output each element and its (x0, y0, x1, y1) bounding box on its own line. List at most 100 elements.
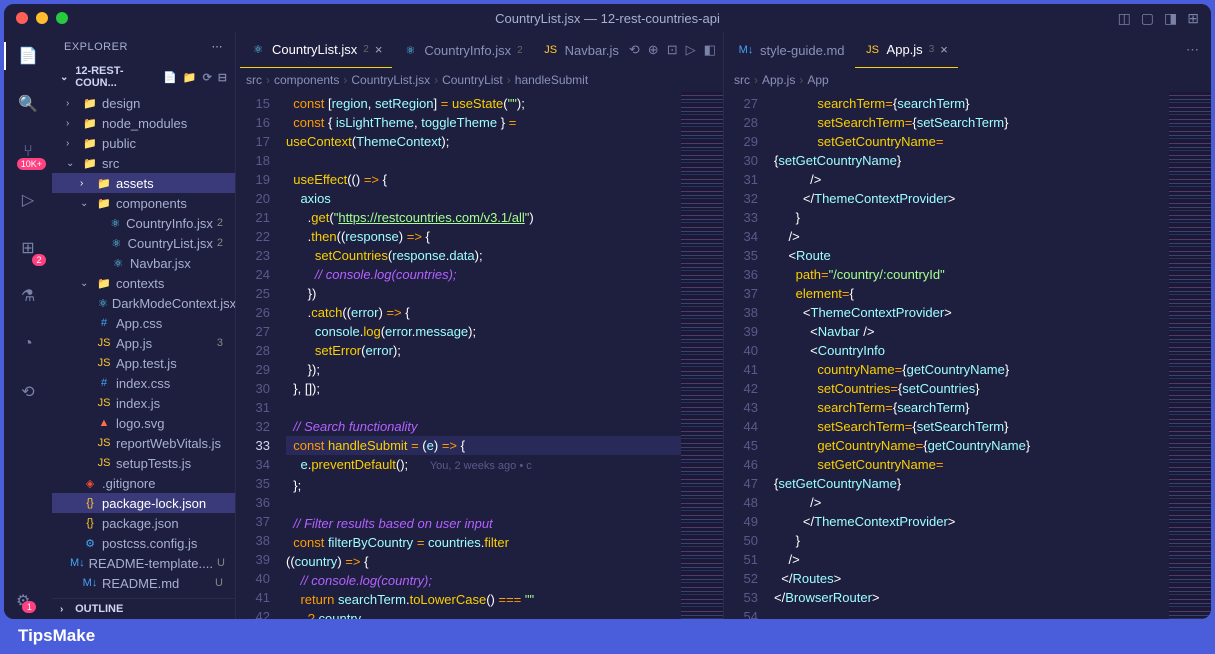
breadcrumb-item[interactable]: handleSubmit (515, 73, 588, 87)
tree-node[interactable]: JS reportWebVitals.js (52, 433, 235, 453)
tree-node[interactable]: › 📁 public (52, 133, 235, 153)
tree-node[interactable]: ◈ .gitignore (52, 473, 235, 493)
new-file-icon[interactable]: 📄 (163, 71, 177, 84)
tree-label: package-lock.json (102, 496, 206, 511)
layout-icon[interactable]: ▢ (1141, 10, 1154, 27)
tree-node[interactable]: ⚛ CountryInfo.jsx 2 (52, 213, 235, 233)
maximize-window-icon[interactable] (56, 12, 68, 24)
tree-label: node_modules (102, 116, 187, 131)
activity-run-debug-icon[interactable]: ▷ (14, 186, 42, 214)
tree-node[interactable]: ⌄ 📁 contexts (52, 273, 235, 293)
activity-testing-icon[interactable]: ⚗ (14, 282, 42, 310)
breadcrumb-item[interactable]: components (274, 73, 339, 87)
tree-node[interactable]: ▲ logo.svg (52, 413, 235, 433)
minimap[interactable] (681, 92, 723, 619)
tree-node[interactable]: JS App.js 3 (52, 333, 235, 353)
close-window-icon[interactable] (16, 12, 28, 24)
js-icon: JS (96, 455, 112, 471)
tab-action-icon[interactable]: ⋯ (1186, 42, 1199, 58)
tree-node[interactable]: M↓ README.md U (52, 573, 235, 593)
editor-tab[interactable]: JS App.js 3 × (855, 32, 958, 68)
new-folder-icon[interactable]: 📁 (183, 71, 197, 84)
tree-node[interactable]: {} package.json (52, 513, 235, 533)
tab-action-icon[interactable]: ⊕ (648, 42, 659, 58)
tree-label: assets (116, 176, 154, 191)
tree-label: contexts (116, 276, 164, 291)
breadcrumb-item[interactable]: CountryList (442, 73, 503, 87)
tree-node[interactable]: ⚛ CountryList.jsx 2 (52, 233, 235, 253)
react-icon: ⚛ (98, 295, 108, 311)
folder-icon: 📁 (96, 175, 112, 191)
breadcrumb-item[interactable]: src (734, 73, 750, 87)
tab-action-icon[interactable]: ◧ (704, 42, 716, 58)
activity-search-icon[interactable]: 🔍 (14, 90, 42, 118)
tree-node[interactable]: › 📁 assets (52, 173, 235, 193)
minimize-window-icon[interactable] (36, 12, 48, 24)
activity-explorer-icon[interactable]: 📄 (14, 42, 42, 70)
breadcrumb-item[interactable]: App.js (762, 73, 795, 87)
tree-node[interactable]: M↓ README-template.... U (52, 553, 235, 573)
code-lines[interactable]: const [region, setRegion] = useState("")… (286, 92, 681, 619)
tree-node[interactable]: JS index.js (52, 393, 235, 413)
cfg-icon: ⚙ (82, 535, 98, 551)
layout-icon[interactable]: ◫ (1118, 10, 1131, 27)
tree-node[interactable]: # App.css (52, 313, 235, 333)
tree-node[interactable]: ⌄ 📁 components (52, 193, 235, 213)
tab-action-icon[interactable]: ⟲ (629, 42, 640, 58)
react-icon: ⚛ (250, 42, 266, 58)
minimap[interactable] (1169, 92, 1211, 619)
tree-node[interactable]: {} package-lock.json (52, 493, 235, 513)
tree-label: DarkModeContext.jsx (112, 296, 235, 311)
breadcrumb-item[interactable]: App (807, 73, 828, 87)
activity-bar: 📄 🔍 ⑂10K+ ▷ ⊞2 ⚗ ◔ ⟲ (4, 32, 52, 619)
breadcrumb-item[interactable]: src (246, 73, 262, 87)
breadcrumb-item[interactable]: CountryList.jsx (351, 73, 430, 87)
editor-tab[interactable]: ⚛ CountryInfo.jsx 2 (392, 32, 532, 68)
editor-tab[interactable]: M↓ style-guide.md (728, 32, 855, 68)
sidebar-more-icon[interactable]: ⋯ (212, 40, 224, 53)
tree-label: App.js (116, 336, 152, 351)
tree-label: setupTests.js (116, 456, 191, 471)
code-editor[interactable]: 2728293031323334353637383940414243444546… (724, 92, 1211, 619)
tab-action-icon[interactable]: ⊡ (667, 42, 678, 58)
tree-node[interactable]: JS setupTests.js (52, 453, 235, 473)
tree-label: CountryInfo.jsx (126, 216, 213, 231)
activity-extensions-icon[interactable]: ⊞2 (14, 234, 42, 262)
js-icon: JS (865, 42, 881, 58)
editor-tab[interactable]: JS Navbar.js (533, 32, 629, 68)
tab-action-icon[interactable]: ▷ (686, 42, 696, 58)
outline-section[interactable]: › OUTLINE (52, 598, 235, 619)
layout-icon[interactable]: ◨ (1164, 10, 1177, 27)
tree-node[interactable]: ⌄ 📁 src (52, 153, 235, 173)
code-lines[interactable]: searchTerm={searchTerm} setSearchTerm={s… (774, 92, 1169, 619)
editor-area: ⚛ CountryList.jsx 2 × ⚛ CountryInfo.jsx … (236, 32, 1211, 619)
tree-node[interactable]: # index.css (52, 373, 235, 393)
folder-icon: 📁 (82, 135, 98, 151)
sidebar-header: EXPLORER ⋯ (52, 32, 235, 61)
folder-icon: 📁 (96, 275, 112, 291)
tree-node[interactable]: › 📁 design (52, 93, 235, 113)
close-icon[interactable]: × (940, 42, 948, 57)
tree-node[interactable]: › 📁 node_modules (52, 113, 235, 133)
svg-icon: ▲ (96, 415, 112, 431)
sidebar-title: EXPLORER (64, 41, 128, 53)
tree-node[interactable]: JS App.test.js (52, 353, 235, 373)
close-icon[interactable]: × (375, 42, 383, 57)
tab-label: App.js (887, 42, 923, 57)
tree-node[interactable]: ⚙ postcss.config.js (52, 533, 235, 553)
tree-node[interactable]: ⚛ DarkModeContext.jsx (52, 293, 235, 313)
settings-gear-icon[interactable]: ⚙1 (16, 591, 30, 611)
collapse-icon[interactable]: ⊟ (218, 71, 227, 84)
editor-tab[interactable]: ⚛ CountryList.jsx 2 × (240, 32, 392, 68)
code-editor[interactable]: 1516171819202122232425262728293031323334… (236, 92, 723, 619)
refresh-icon[interactable]: ⟳ (203, 71, 212, 84)
line-gutter: 2728293031323334353637383940414243444546… (724, 92, 774, 619)
project-row[interactable]: ⌄ 12-REST-COUN... 📄 📁 ⟳ ⊟ (52, 61, 235, 93)
activity-source-control-icon[interactable]: ⑂10K+ (14, 138, 42, 166)
tree-label: package.json (102, 516, 179, 531)
layout-icon[interactable]: ⊞ (1187, 10, 1199, 27)
tree-node[interactable]: ⚛ Navbar.jsx (52, 253, 235, 273)
activity-remote-icon[interactable]: ⟲ (14, 378, 42, 406)
tree-label: logo.svg (116, 416, 164, 431)
activity-accounts-icon[interactable]: ◔ (14, 330, 42, 358)
